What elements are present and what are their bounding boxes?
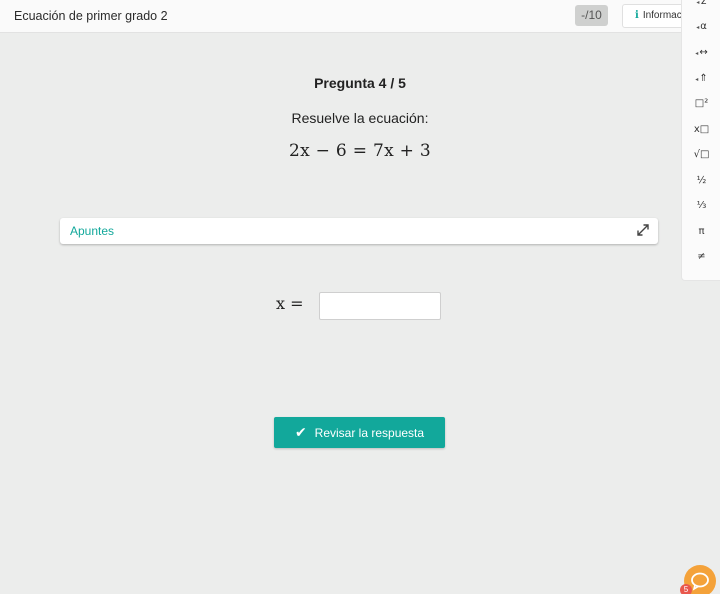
expand-arrow-icon: ◂ xyxy=(696,0,700,6)
palette-key-half[interactable]: ½ xyxy=(682,175,720,186)
info-icon: i xyxy=(635,10,639,21)
palette-key-pi[interactable]: π xyxy=(682,226,720,237)
expand-arrow-icon: ◂ xyxy=(695,50,699,57)
check-answer-button[interactable]: ✔ Revisar la respuesta xyxy=(274,417,445,448)
chat-badge: 5 xyxy=(680,584,692,594)
question-counter: Pregunta 4 / 5 xyxy=(314,75,406,91)
check-answer-label: Revisar la respuesta xyxy=(314,425,425,440)
check-icon: ✔ xyxy=(294,424,307,441)
top-bar: Ecuación de primer grado 2 -/10 i Informa… xyxy=(0,0,720,33)
palette-key-not-equal[interactable]: ≠ xyxy=(682,251,720,262)
palette-key-arrows[interactable]: ◂↔ xyxy=(682,47,720,58)
notes-panel[interactable]: Apuntes xyxy=(60,218,658,244)
answer-variable-label: x = xyxy=(276,294,304,313)
question-instruction: Resuelve la ecuación: xyxy=(291,110,429,126)
palette-key-square-power[interactable]: □² xyxy=(682,98,720,109)
score-badge: -/10 xyxy=(575,5,608,26)
notes-label: Apuntes xyxy=(70,224,115,238)
palette-key-alpha[interactable]: ◂α xyxy=(682,21,720,32)
expand-arrow-icon: ◂ xyxy=(696,24,700,31)
equation: 2x − 6 = 7x + 3 xyxy=(288,141,432,161)
palette-key-third[interactable]: ⅓ xyxy=(682,200,720,211)
answer-input[interactable] xyxy=(319,292,441,320)
chat-button[interactable]: 5 xyxy=(680,565,716,594)
exercise-title: Ecuación de primer grado 2 xyxy=(14,9,168,23)
expand-icon[interactable] xyxy=(636,223,650,237)
palette-key-sum[interactable]: ◂Σ xyxy=(682,0,720,7)
chat-icon xyxy=(691,572,709,591)
